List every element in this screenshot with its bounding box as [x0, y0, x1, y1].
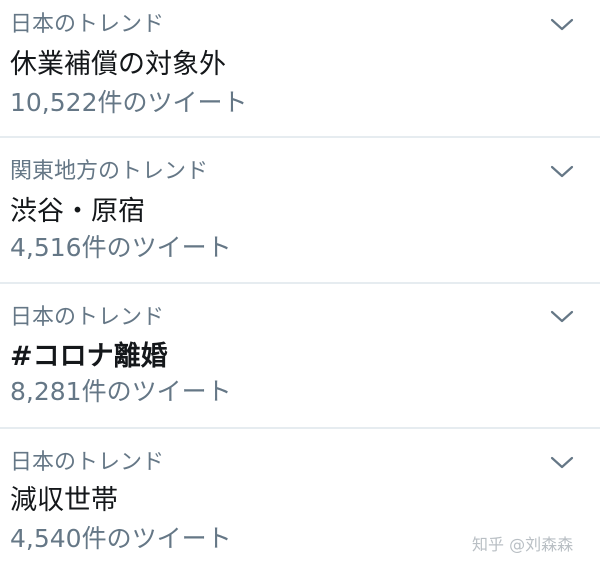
chevron-down-icon[interactable]: [548, 15, 576, 35]
tweet-count: 8,281件のツイート: [10, 377, 232, 406]
chevron-down-icon[interactable]: [548, 453, 576, 473]
trend-name[interactable]: 渋谷・原宿: [10, 198, 145, 225]
chevron-down-icon[interactable]: [548, 162, 576, 182]
trend-name[interactable]: 減収世帯: [10, 487, 118, 514]
tweet-count: 4,540件のツイート: [10, 524, 232, 553]
trend-name[interactable]: 休業補償の対象外: [10, 51, 226, 78]
trend-context: 関東地方のトレンド: [10, 159, 209, 184]
trend-item[interactable]: 関東地方のトレンド 渋谷・原宿 4,516件のツイート: [0, 139, 600, 284]
divider: [0, 282, 600, 284]
watermark: 知乎 @刘森森: [472, 535, 574, 554]
trend-context: 日本のトレンド: [10, 12, 165, 37]
tweet-count: 10,522件のツイート: [10, 88, 248, 117]
divider: [0, 427, 600, 429]
trend-item[interactable]: 日本のトレンド 休業補償の対象外 10,522件のツイート: [0, 0, 600, 145]
trend-context: 日本のトレンド: [10, 450, 165, 475]
trend-item[interactable]: 日本のトレンド #コロナ離婚 8,281件のツイート: [0, 285, 600, 430]
tweet-count: 4,516件のツイート: [10, 233, 232, 262]
divider: [0, 136, 600, 138]
trends-list: 日本のトレンド 休業補償の対象外 10,522件のツイート 関東地方のトレンド …: [0, 0, 600, 574]
trend-context: 日本のトレンド: [10, 305, 165, 330]
trend-name[interactable]: #コロナ離婚: [10, 343, 168, 370]
chevron-down-icon[interactable]: [548, 307, 576, 327]
